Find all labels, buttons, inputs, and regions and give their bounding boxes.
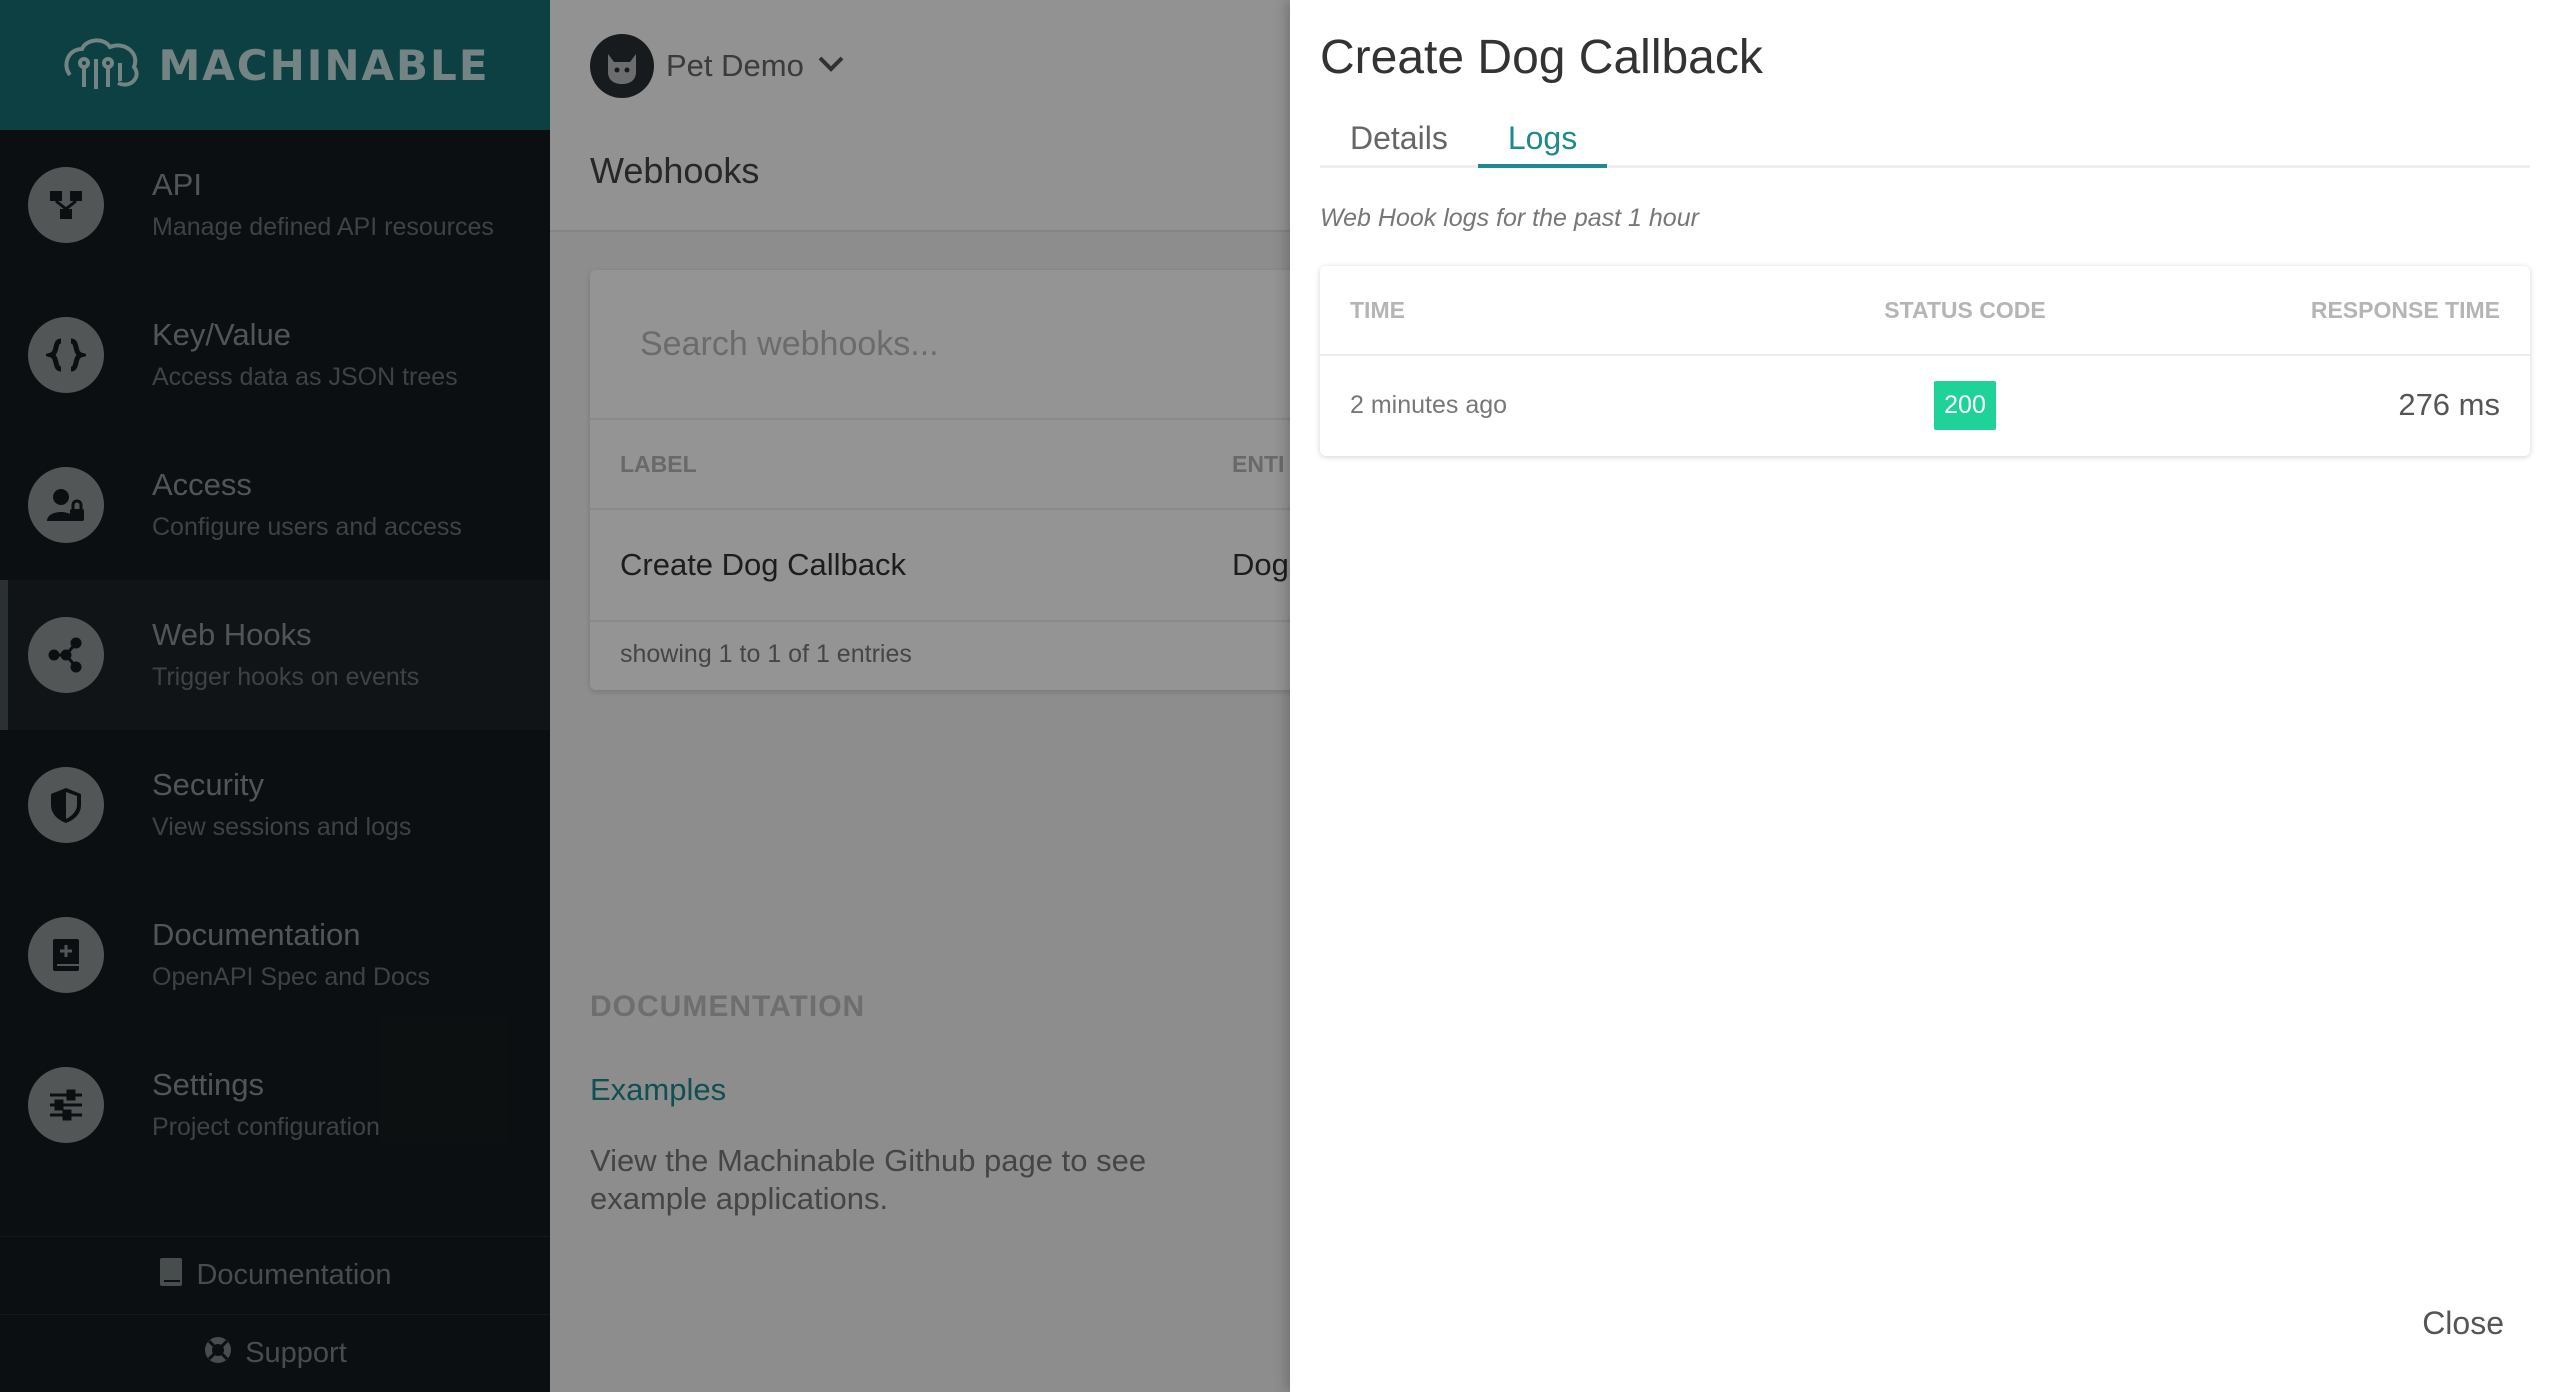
tab-logs[interactable]: Logs: [1477, 110, 1608, 168]
drawer-tabs: Details Logs: [1320, 110, 2530, 168]
modal-backdrop[interactable]: [0, 0, 1290, 1392]
column-time: TIME: [1350, 296, 1405, 323]
tab-details[interactable]: Details: [1320, 110, 1478, 165]
log-time: 2 minutes ago: [1350, 390, 1508, 419]
webhook-drawer: Create Dog Callback Details Logs Web Hoo…: [1290, 0, 2560, 1392]
logs-table: TIME STATUS CODE RESPONSE TIME 2 minutes…: [1320, 266, 2530, 456]
table-row: 2 minutes ago 200 276 ms: [1320, 356, 2530, 454]
logs-table-header: TIME STATUS CODE RESPONSE TIME: [1320, 266, 2530, 356]
log-response-time: 276 ms: [2398, 387, 2500, 422]
column-status-code: STATUS CODE: [1884, 296, 2046, 323]
drawer-title: Create Dog Callback: [1320, 31, 1763, 84]
logs-note: Web Hook logs for the past 1 hour: [1320, 204, 1699, 232]
column-response-time: RESPONSE TIME: [2310, 296, 2500, 323]
close-button[interactable]: Close: [2422, 1305, 2504, 1342]
status-badge: 200: [1934, 380, 1996, 430]
log-status-cell: 200: [1820, 380, 2110, 430]
